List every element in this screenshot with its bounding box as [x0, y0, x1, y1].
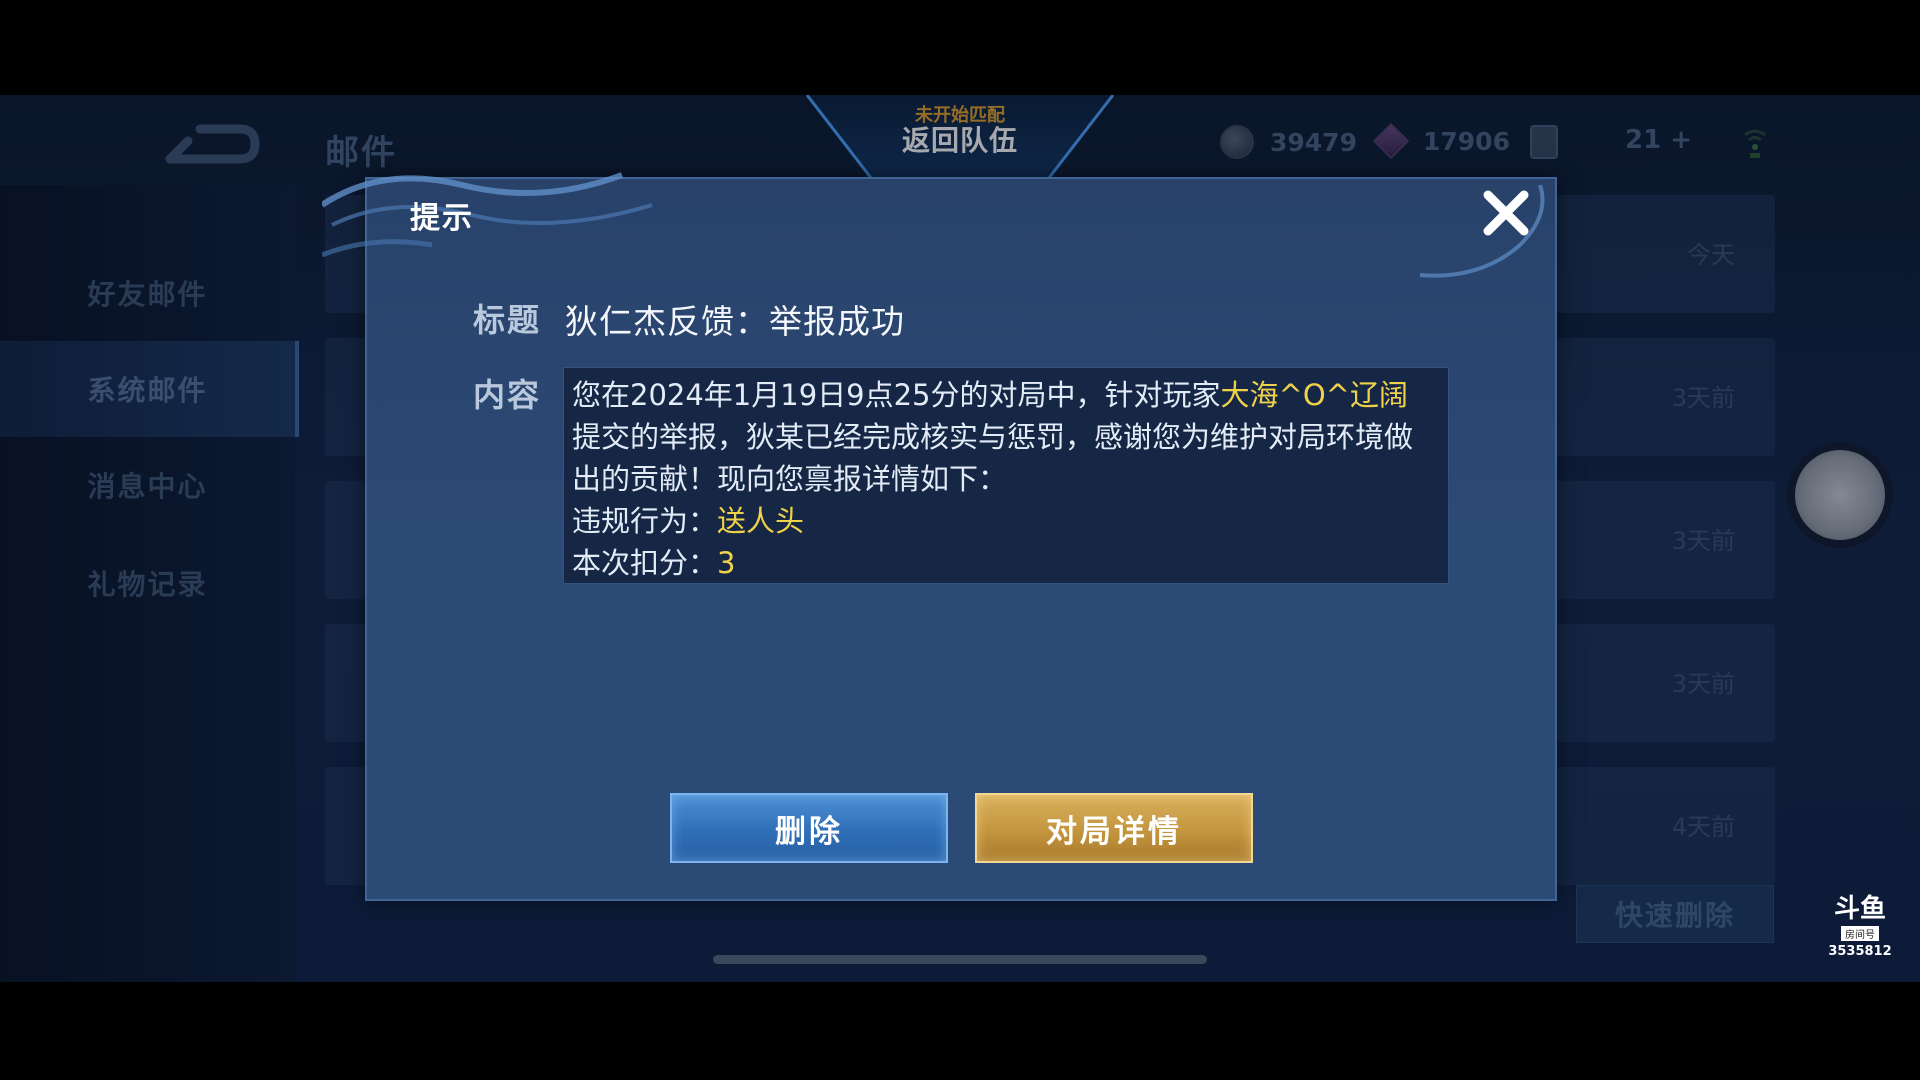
title-wave-ornament	[322, 172, 653, 258]
reported-player-name: 大海^O^辽阔	[1220, 378, 1408, 412]
deduction-value: 3	[717, 546, 736, 580]
douyu-logo: 斗鱼	[1833, 894, 1886, 924]
match-detail-button[interactable]: 对局详情	[975, 793, 1253, 863]
deduction-label: 本次扣分：	[572, 546, 718, 580]
violation-label: 违规行为：	[572, 504, 718, 538]
content-text-part2: 提交的举报，狄某已经完成核实与惩罚，感谢您为维护对局环境做出的贡献！现向您禀报详…	[572, 420, 1414, 496]
mail-content-box[interactable]: 您在2024年1月19日9点25分的对局中，针对玩家大海^O^辽阔提交的举报，狄…	[563, 367, 1449, 584]
content-text-part1: 您在2024年1月19日9点25分的对局中，针对玩家	[572, 378, 1221, 412]
mail-content: 您在2024年1月19日9点25分的对局中，针对玩家大海^O^辽阔提交的举报，狄…	[572, 374, 1432, 583]
room-label: 房间号	[1841, 926, 1879, 941]
room-number: 3535812	[1828, 944, 1892, 959]
content-label: 内容	[473, 376, 542, 414]
violation-value: 送人头	[717, 504, 805, 538]
dialog-title: 提示	[410, 201, 474, 236]
letterbox-top	[0, 0, 1920, 95]
douyu-watermark: 斗鱼 房间号 3535812	[1828, 895, 1892, 959]
delete-button[interactable]: 删除	[670, 793, 948, 863]
subject-label: 标题	[473, 301, 542, 339]
game-screen: 邮件 好友邮件 系统邮件 消息中心 礼物记录 今天 3天前 3天前 3天前 4天…	[0, 95, 1920, 982]
close-icon[interactable]	[1480, 187, 1532, 239]
mail-subject: 狄仁杰反馈：举报成功	[565, 302, 905, 341]
letterbox-bottom	[0, 982, 1920, 1080]
